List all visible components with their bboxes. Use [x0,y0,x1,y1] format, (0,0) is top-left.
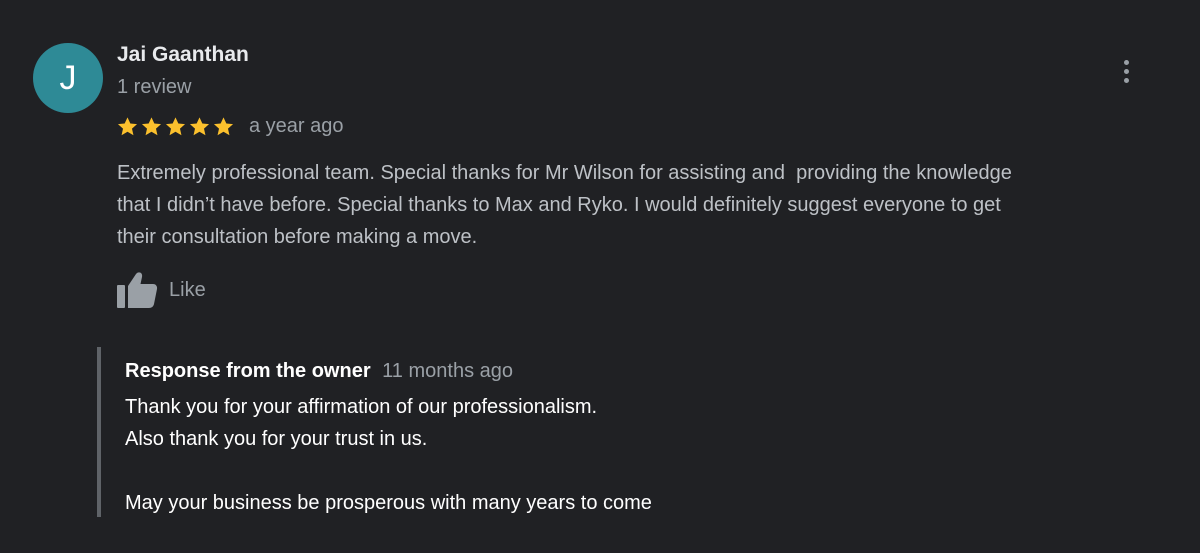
owner-response-line: Thank you for your affirmation of our pr… [125,396,598,418]
owner-response-text: Thank you for your affirmation of our pr… [125,391,652,519]
star-icon [141,116,162,135]
like-button[interactable]: Like [116,271,206,309]
reviewer-name[interactable]: Jai Gaanthan [117,43,249,67]
like-label: Like [169,278,206,301]
thumbs-up-icon [117,272,158,308]
avatar-letter: J [59,58,77,97]
owner-response-title: Response from the owner [125,360,371,382]
owner-response-line [125,455,652,487]
more-options-button[interactable] [1110,55,1142,87]
review-text-line: their consultation before making a move. [117,226,478,248]
review-text: Extremely professional team. Special tha… [117,157,1167,253]
owner-response-line: May your business be prosperous with man… [125,492,652,514]
review-text-line: Extremely professional team. Special tha… [117,162,1012,184]
owner-response: Response from the owner 11 months ago Th… [97,347,1161,517]
star-icon [213,116,234,135]
review-count: 1 review [117,76,192,98]
avatar[interactable]: J [33,43,103,113]
owner-response-header: Response from the owner 11 months ago [125,360,513,383]
rating-row: a year ago [116,115,344,138]
more-vert-icon-dot [1123,68,1129,74]
star-icon [165,116,186,135]
review-time: a year ago [249,115,344,137]
star-icon [117,116,138,135]
star-rating [116,116,235,138]
owner-response-line: Also thank you for your trust in us. [125,428,428,450]
review-text-line: that I didn’t have before. Special thank… [117,194,1001,216]
more-vert-icon-dot [1123,77,1129,83]
star-icon [189,116,210,135]
more-vert-icon [1123,59,1129,65]
owner-response-time: 11 months ago [382,360,514,382]
